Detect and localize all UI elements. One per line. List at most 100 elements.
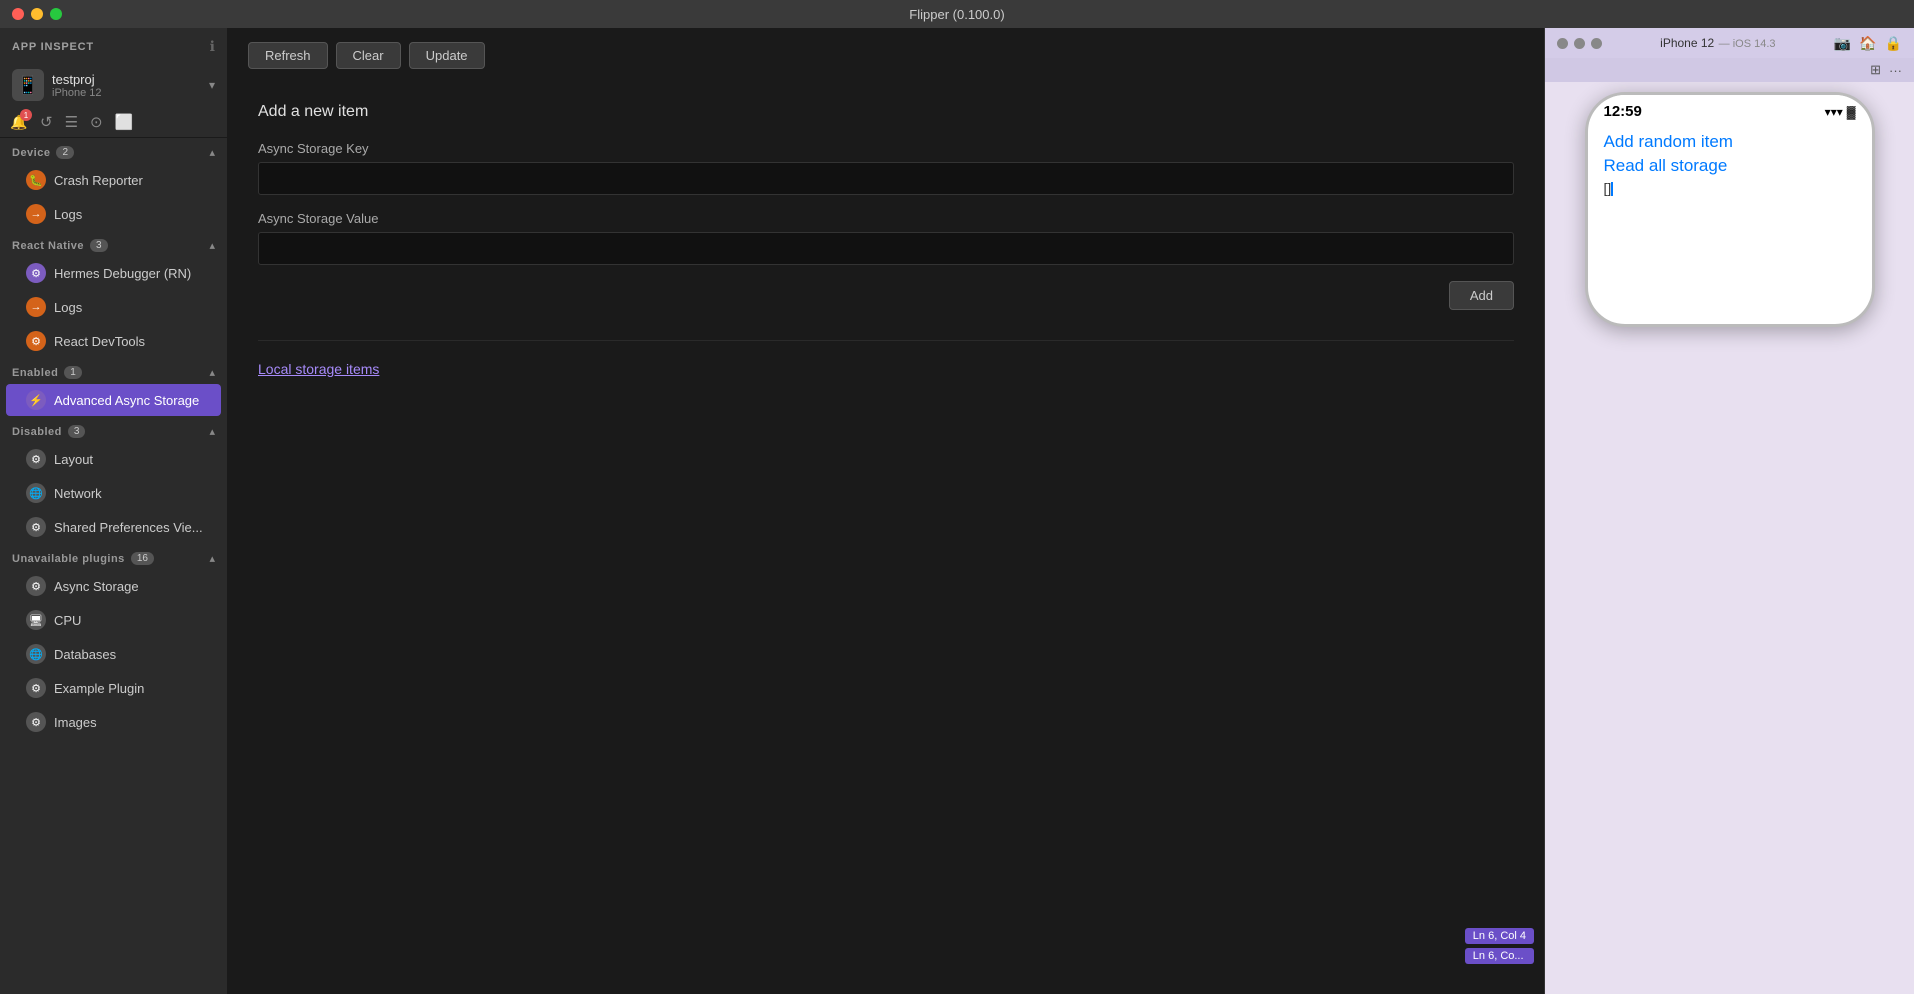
sim-maximize-button[interactable] — [1591, 38, 1602, 49]
sidebar-item-crash-reporter[interactable]: 🐛 Crash Reporter — [6, 164, 221, 196]
sim-photo-icon[interactable]: 📷 — [1834, 35, 1851, 52]
sim-close-button[interactable] — [1557, 38, 1568, 49]
maximize-button[interactable] — [50, 8, 62, 20]
sidebar-item-shared-prefs[interactable]: ⚙ Shared Preferences Vie... — [6, 511, 221, 543]
update-button[interactable]: Update — [409, 42, 485, 69]
key-form-group: Async Storage Key — [258, 141, 1514, 195]
sidebar-item-layout[interactable]: ⚙ Layout — [6, 443, 221, 475]
databases-label: Databases — [54, 647, 209, 662]
advanced-async-icon: ⚡ — [26, 390, 46, 410]
section-device-header[interactable]: Device 2 ▴ — [0, 138, 227, 163]
chevron-up-unavailable-icon: ▴ — [209, 552, 215, 565]
sidebar-item-images[interactable]: ⚙ Images — [6, 706, 221, 738]
section-rn-label: React Native — [12, 240, 84, 252]
section-unavailable-header[interactable]: Unavailable plugins 16 ▴ — [0, 544, 227, 569]
sidebar-item-network[interactable]: 🌐 Network — [6, 477, 221, 509]
network-icon: 🌐 — [26, 483, 46, 503]
sim-traffic-lights — [1557, 38, 1602, 49]
section-disabled-header[interactable]: Disabled 3 ▴ — [0, 417, 227, 442]
status-badge-ln6: Ln 6, Co... — [1465, 948, 1534, 964]
key-label: Async Storage Key — [258, 141, 1514, 156]
sidebar-item-hermes[interactable]: ⚙ Hermes Debugger (RN) — [6, 257, 221, 289]
async-storage-icon: ⚙ — [26, 576, 46, 596]
sim-home-icon[interactable]: 🏠 — [1859, 35, 1876, 52]
content-panel: Add a new item Async Storage Key Async S… — [228, 83, 1544, 994]
phone-link-add-random[interactable]: Add random item — [1604, 132, 1856, 152]
logs-device-icon: → — [26, 204, 46, 224]
react-devtools-label: React DevTools — [54, 334, 209, 349]
device-sub: iPhone 12 — [52, 87, 201, 99]
minimize-button[interactable] — [31, 8, 43, 20]
section-disabled-label: Disabled — [12, 426, 62, 438]
chevron-down-icon: ▾ — [209, 78, 215, 92]
section-rn-header[interactable]: React Native 3 ▴ — [0, 231, 227, 256]
key-input[interactable] — [258, 162, 1514, 195]
notification-icon[interactable]: 🔔 — [10, 113, 28, 131]
crop-icon[interactable]: ⬜ — [115, 113, 134, 131]
menu-icon[interactable]: ☰ — [65, 113, 78, 131]
phone-frame: 12:59 ▾▾▾ ▓ Add random item Read all sto… — [1585, 92, 1875, 327]
local-storage-title[interactable]: Local storage items — [258, 361, 1514, 377]
example-plugin-label: Example Plugin — [54, 681, 209, 696]
sidebar-item-databases[interactable]: 🌐 Databases — [6, 638, 221, 670]
refresh-icon[interactable]: ↺ — [40, 113, 53, 131]
section-unavailable-label: Unavailable plugins — [12, 553, 125, 565]
simulator-sub: — iOS 14.3 — [1719, 38, 1776, 50]
images-label: Images — [54, 715, 209, 730]
sidebar-item-logs-device[interactable]: → Logs — [6, 198, 221, 230]
phone-cursor — [1611, 182, 1613, 196]
sidebar: APP INSPECT ℹ 📱 testproj iPhone 12 ▾ 🔔 ↺… — [0, 28, 228, 994]
close-button[interactable] — [12, 8, 24, 20]
chevron-up-disabled-icon: ▴ — [209, 425, 215, 438]
phone-cursor-line: [] — [1604, 180, 1856, 196]
shared-prefs-icon: ⚙ — [26, 517, 46, 537]
simulator-subtoolbar: ⊞ ··· — [1545, 58, 1914, 82]
sidebar-item-logs-rn[interactable]: → Logs — [6, 291, 221, 323]
status-badge-col4: Ln 6, Col 4 — [1465, 928, 1534, 944]
title-bar: Flipper (0.100.0) — [0, 0, 1914, 28]
app-inspect-label: APP INSPECT — [12, 41, 94, 53]
react-devtools-icon: ⚙ — [26, 331, 46, 351]
device-app-icon: 📱 — [12, 69, 44, 101]
phone-container: 12:59 ▾▾▾ ▓ Add random item Read all sto… — [1545, 82, 1914, 994]
value-input[interactable] — [258, 232, 1514, 265]
sidebar-item-advanced-async[interactable]: ⚡ Advanced Async Storage — [6, 384, 221, 416]
dots-icon[interactable]: ··· — [1889, 63, 1902, 78]
sidebar-item-react-devtools[interactable]: ⚙ React DevTools — [6, 325, 221, 357]
sidebar-item-async-storage[interactable]: ⚙ Async Storage — [6, 570, 221, 602]
shared-prefs-label: Shared Preferences Vie... — [54, 520, 209, 535]
device-selector[interactable]: 📱 testproj iPhone 12 ▾ — [0, 63, 227, 107]
phone-content: Add random item Read all storage [] — [1588, 124, 1872, 324]
screenshot-icon[interactable]: ⊙ — [90, 113, 103, 131]
wifi-icon: ▾▾▾ — [1825, 105, 1843, 119]
phone-status-bar: 12:59 ▾▾▾ ▓ — [1588, 95, 1872, 124]
info-icon[interactable]: ℹ — [210, 38, 215, 55]
sim-minimize-button[interactable] — [1574, 38, 1585, 49]
add-button[interactable]: Add — [1449, 281, 1514, 310]
section-rn-count: 3 — [90, 239, 108, 252]
layout-icon: ⚙ — [26, 449, 46, 469]
sim-toolbar-icons: 📷 🏠 🔒 — [1834, 35, 1902, 52]
crash-reporter-label: Crash Reporter — [54, 173, 209, 188]
phone-time: 12:59 — [1604, 103, 1642, 120]
databases-icon: 🌐 — [26, 644, 46, 664]
cpu-label: CPU — [54, 613, 209, 628]
refresh-button[interactable]: Refresh — [248, 42, 328, 69]
sidebar-item-cpu[interactable]: 🖥 CPU — [6, 604, 221, 636]
traffic-lights — [12, 8, 62, 20]
section-disabled-count: 3 — [68, 425, 86, 438]
sim-title-group: iPhone 12 — iOS 14.3 — [1660, 34, 1775, 52]
main-content: Refresh Clear Update Add a new item Asyn… — [228, 28, 1544, 994]
sidebar-item-example-plugin[interactable]: ⚙ Example Plugin — [6, 672, 221, 704]
window-title: Flipper (0.100.0) — [909, 7, 1004, 22]
sim-lock-icon[interactable]: 🔒 — [1885, 35, 1902, 52]
phone-link-read-all[interactable]: Read all storage — [1604, 156, 1856, 176]
value-form-group: Async Storage Value — [258, 211, 1514, 265]
section-enabled-header[interactable]: Enabled 1 ▴ — [0, 358, 227, 383]
clear-button[interactable]: Clear — [336, 42, 401, 69]
grid-icon[interactable]: ⊞ — [1870, 62, 1881, 78]
example-plugin-icon: ⚙ — [26, 678, 46, 698]
crash-reporter-icon: 🐛 — [26, 170, 46, 190]
sidebar-toolbar: 🔔 ↺ ☰ ⊙ ⬜ — [0, 107, 227, 138]
simulator-titlebar: iPhone 12 — iOS 14.3 📷 🏠 🔒 — [1545, 28, 1914, 58]
